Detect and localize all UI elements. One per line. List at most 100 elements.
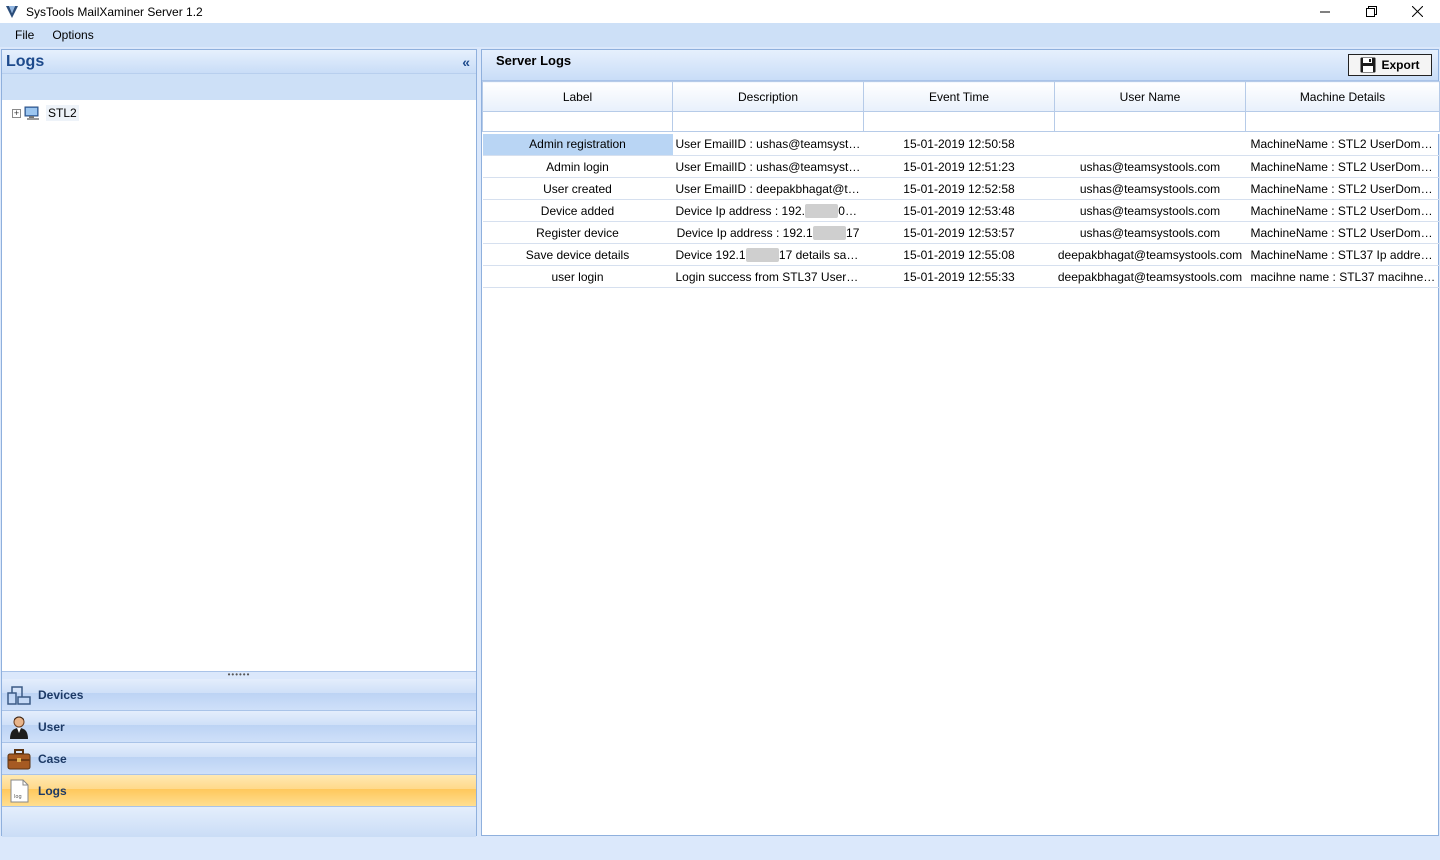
column-header-event-time[interactable]: Event Time: [863, 81, 1055, 112]
tree-expand-icon[interactable]: +: [12, 108, 21, 118]
cell-user-name: [1054, 133, 1246, 156]
export-button[interactable]: Export: [1348, 54, 1432, 76]
cell-label: Save device details: [482, 243, 673, 266]
cell-event-time: 15-01-2019 12:51:23: [863, 155, 1055, 178]
description-part: 17: [846, 225, 860, 240]
cell-event-time: 15-01-2019 12:55:08: [863, 243, 1055, 266]
left-panel-header: Logs «: [2, 50, 476, 74]
cell-label: user login: [482, 265, 673, 288]
cell-machine-details: MachineName : STL2 UserDomainNa...: [1245, 133, 1440, 156]
splitter-grip-icon: ••••••: [227, 670, 251, 679]
filter-cell-description[interactable]: [672, 111, 864, 132]
nav-footer: [2, 807, 476, 838]
table-row[interactable]: Device added Device Ip address : 192.168…: [482, 199, 1440, 222]
nav-label-logs: Logs: [38, 783, 67, 798]
description-part: Device Ip address : 192.: [675, 203, 805, 218]
export-label: Export: [1381, 58, 1420, 72]
cell-description: User EmailID : deepakbhagat@teams...: [672, 177, 864, 200]
cell-label: Admin registration: [482, 133, 673, 156]
nav-label-case: Case: [38, 751, 67, 766]
window-controls: [1302, 0, 1440, 23]
title-bar: SysTools MailXaminer Server 1.2: [0, 0, 1440, 23]
table-row[interactable]: Admin login User EmailID : ushas@teamsys…: [482, 155, 1440, 178]
panel-splitter[interactable]: ••••••: [2, 671, 476, 679]
close-icon: [1411, 6, 1423, 17]
cell-event-time: 15-01-2019 12:50:58: [863, 133, 1055, 156]
nav-item-user[interactable]: User: [2, 711, 476, 743]
cell-label: Admin login: [482, 155, 673, 178]
cell-event-time: 15-01-2019 12:53:48: [863, 199, 1055, 222]
cell-machine-details: macihne name : STL37 macihne user ...: [1245, 265, 1440, 288]
app-logo-icon: [6, 5, 18, 18]
cell-user-name: ushas@teamsystools.com: [1054, 221, 1246, 244]
description-part: Device Ip address : 192.1: [676, 225, 813, 240]
table-row[interactable]: Save device details Device 192.168.0.017…: [482, 243, 1440, 266]
cell-event-time: 15-01-2019 12:53:57: [863, 221, 1055, 244]
left-panel-toolbar: [2, 74, 476, 100]
panel-title: Server Logs: [496, 53, 572, 68]
left-panel: Logs « + STL2 •••••• Devices User Case l…: [1, 49, 477, 838]
tree-node-stl2[interactable]: + STL2: [12, 104, 476, 122]
logs-table: Label Description Event Time User Name M…: [482, 81, 1440, 288]
close-button[interactable]: [1394, 0, 1440, 23]
column-header-description[interactable]: Description: [672, 81, 864, 112]
filter-row: [482, 111, 1440, 132]
navigation-pane: Devices User Case log Logs: [2, 679, 476, 838]
cell-label: Device added: [482, 199, 673, 222]
table-row[interactable]: User created User EmailID : deepakbhagat…: [482, 177, 1440, 200]
table-row[interactable]: Admin registration User EmailID : ushas@…: [482, 133, 1440, 156]
logs-icon: log: [6, 778, 32, 804]
window-title: SysTools MailXaminer Server 1.2: [26, 4, 203, 19]
restore-icon: [1365, 6, 1377, 17]
status-bar: [0, 837, 1440, 860]
collapse-panel-button[interactable]: «: [462, 54, 470, 70]
cell-label: Register device: [482, 221, 673, 244]
cell-event-time: 15-01-2019 12:52:58: [863, 177, 1055, 200]
filter-cell-machine-details[interactable]: [1245, 111, 1440, 132]
devices-icon: [6, 682, 32, 708]
cell-description: Device Ip address : 192.168.0.017 C...: [672, 199, 864, 222]
right-panel: Server Logs Export Label Description Eve…: [481, 49, 1440, 836]
cell-machine-details: MachineName : STL2 UserDomainNa...: [1245, 199, 1440, 222]
description-part: 017 C...: [838, 203, 863, 218]
cell-user-name: deepakbhagat@teamsystools.com: [1054, 265, 1246, 288]
menu-options[interactable]: Options: [43, 28, 102, 42]
minimize-button[interactable]: [1302, 0, 1348, 23]
filter-cell-event-time[interactable]: [863, 111, 1055, 132]
filter-cell-user-name[interactable]: [1054, 111, 1246, 132]
cell-label: User created: [482, 177, 673, 200]
table-row[interactable]: user login Login success from STL37 User…: [482, 265, 1440, 288]
nav-item-case[interactable]: Case: [2, 743, 476, 775]
cell-user-name: ushas@teamsystools.com: [1054, 177, 1246, 200]
nav-item-devices[interactable]: Devices: [2, 679, 476, 711]
table-row[interactable]: Register device Device Ip address : 192.…: [482, 221, 1440, 244]
redacted-text: 68.0.0: [812, 225, 847, 240]
nav-label-devices: Devices: [38, 687, 84, 702]
column-header-label[interactable]: Label: [482, 81, 673, 112]
column-header-machine-details[interactable]: Machine Details: [1245, 81, 1440, 112]
app-area: Logs « + STL2 •••••• Devices User Case l…: [0, 47, 1440, 860]
redacted-text: 168.0.: [804, 203, 839, 218]
cell-description: Login success from STL37 User dom...: [672, 265, 864, 288]
cell-machine-details: MachineName : STL2 UserDomainNa...: [1245, 221, 1440, 244]
description-part: Device 192.1: [675, 247, 746, 262]
cell-description: Device 192.168.0.017 details saved s...: [672, 243, 864, 266]
left-panel-title: Logs: [6, 52, 45, 70]
description-part: 17 details saved s...: [778, 247, 864, 262]
cell-description: User EmailID : ushas@teamsystools.c...: [672, 155, 864, 178]
redacted-text: 68.0.0: [745, 247, 779, 262]
computer-icon: [24, 106, 39, 120]
cell-description: Device Ip address : 192.168.0.017: [672, 221, 864, 244]
restore-button[interactable]: [1348, 0, 1394, 23]
user-icon: [6, 714, 32, 740]
menu-file[interactable]: File: [6, 28, 43, 42]
nav-item-logs[interactable]: log Logs: [2, 775, 476, 807]
save-icon: [1360, 57, 1376, 73]
column-header-user-name[interactable]: User Name: [1054, 81, 1246, 112]
filter-cell-label[interactable]: [482, 111, 673, 132]
cell-user-name: ushas@teamsystools.com: [1054, 155, 1246, 178]
cell-machine-details: MachineName : STL2 UserDomainNa...: [1245, 155, 1440, 178]
cell-event-time: 15-01-2019 12:55:33: [863, 265, 1055, 288]
server-tree: + STL2: [2, 100, 476, 670]
cell-description: User EmailID : ushas@teamsystools....: [672, 133, 864, 156]
